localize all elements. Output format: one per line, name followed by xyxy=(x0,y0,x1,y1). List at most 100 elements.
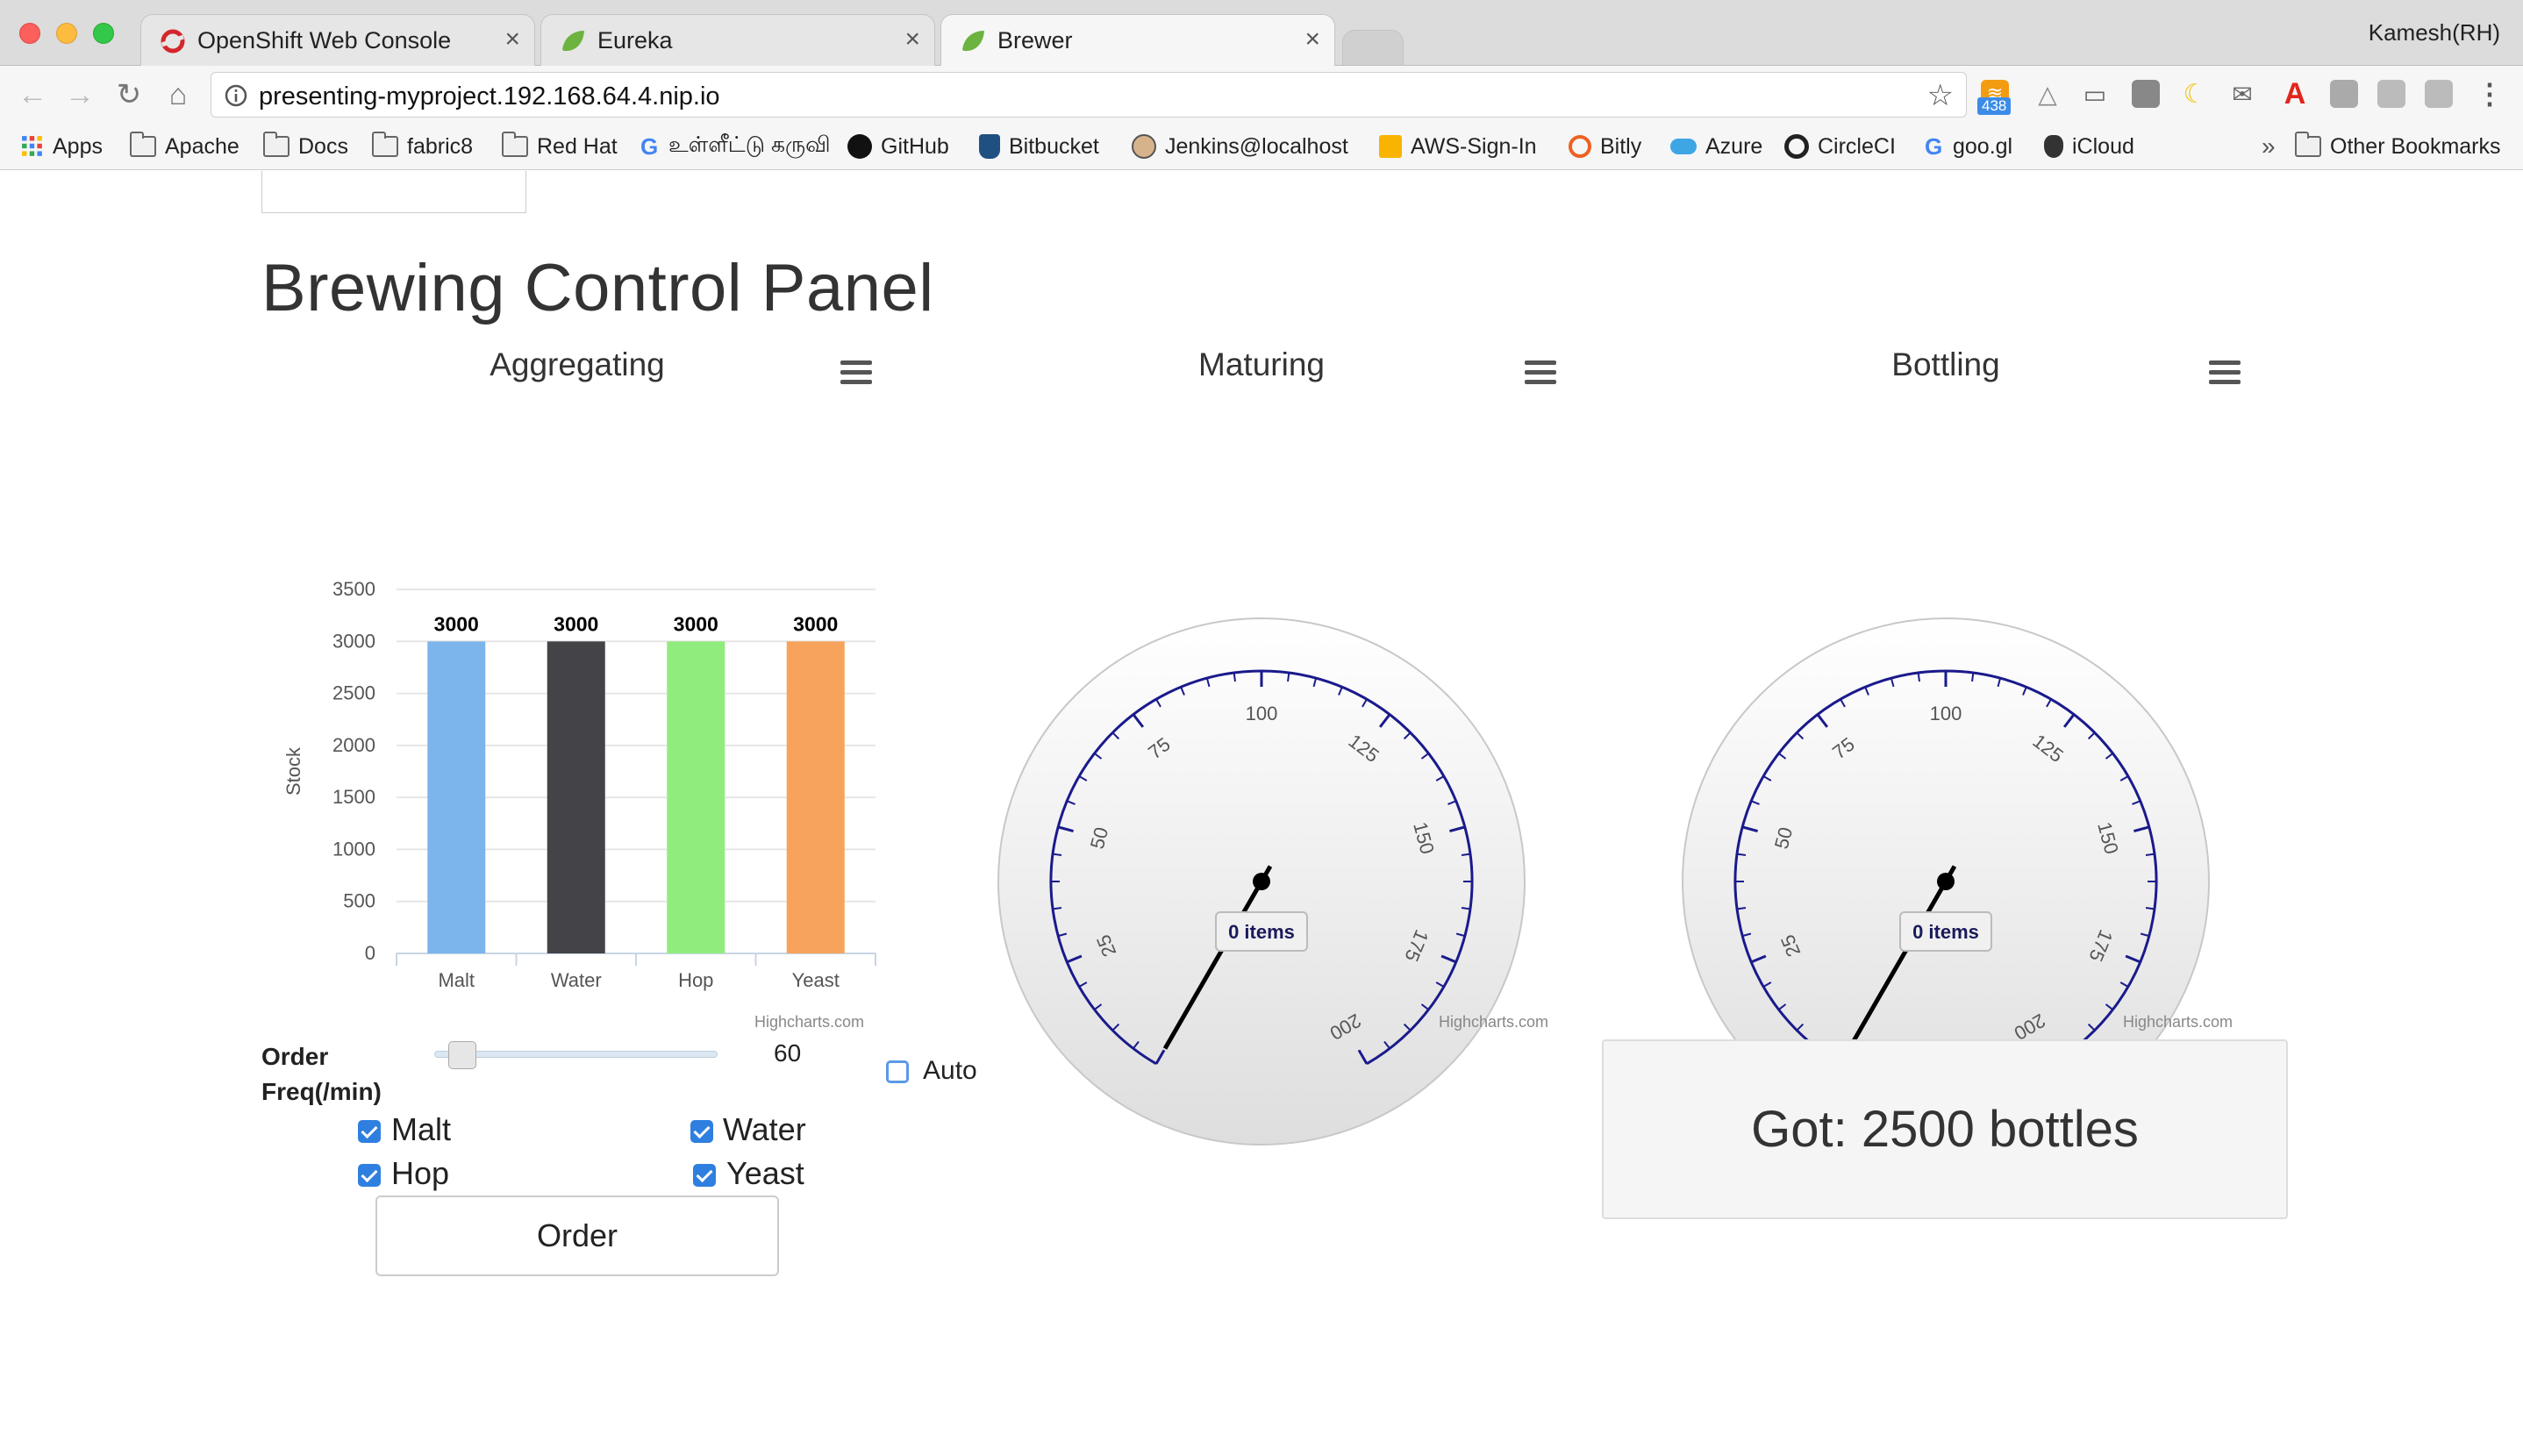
address-bar[interactable]: presenting-myproject.192.168.64.4.nip.io… xyxy=(211,72,1967,118)
rss-badge: 438 xyxy=(1977,97,2012,115)
hop-checkbox[interactable] xyxy=(358,1164,381,1187)
azure-cloud-icon xyxy=(1670,139,1697,154)
x-tick-label: Hop xyxy=(678,969,713,991)
chart-menu-icon[interactable] xyxy=(2209,360,2241,385)
profile-name[interactable]: Kamesh(RH) xyxy=(2369,19,2500,46)
tab-eureka[interactable]: Eureka × xyxy=(540,14,935,66)
minor-tick xyxy=(1461,853,1471,856)
extension-icon[interactable] xyxy=(2132,80,2160,108)
bookmark-label: GitHub xyxy=(881,133,949,159)
top-input-box[interactable] xyxy=(261,171,526,213)
bookmark-input-tools[interactable]: G உள்ளீட்டு கருவி xyxy=(640,132,831,161)
bookmark-star-icon[interactable]: ☆ xyxy=(1927,78,1954,113)
bookmark-bitly[interactable]: Bitly xyxy=(1569,132,1641,161)
minor-tick xyxy=(2145,907,2155,910)
malt-checkbox[interactable] xyxy=(358,1120,381,1143)
bookmark-docs[interactable]: Docs xyxy=(263,132,348,161)
bitly-icon xyxy=(1569,135,1591,158)
mail-extension-icon[interactable]: ✉ xyxy=(2228,80,2256,108)
x-tick-label: Water xyxy=(551,969,602,991)
circleci-icon xyxy=(1784,134,1809,159)
browser-toolbar: ← → ↻ ⌂ presenting-myproject.192.168.64.… xyxy=(0,66,2523,124)
folder-icon xyxy=(263,132,289,157)
bookmark-bitbucket[interactable]: Bitbucket xyxy=(979,132,1099,161)
bookmark-azure[interactable]: Azure xyxy=(1670,132,1762,161)
maximize-window-button[interactable] xyxy=(93,23,114,44)
tab-brewer[interactable]: Brewer × xyxy=(940,14,1335,67)
github-icon xyxy=(847,134,872,159)
highcharts-credit[interactable]: Highcharts.com xyxy=(1439,1013,1548,1031)
bookmark-label: Other Bookmarks xyxy=(2330,133,2501,159)
close-window-button[interactable] xyxy=(19,23,40,44)
frequency-slider-handle[interactable] xyxy=(447,1041,476,1069)
bookmark-other[interactable]: Other Bookmarks xyxy=(2295,132,2501,161)
bookmark-apache[interactable]: Apache xyxy=(130,132,239,161)
highcharts-credit[interactable]: Highcharts.com xyxy=(2123,1013,2233,1031)
bookmark-label: Bitbucket xyxy=(1009,133,1099,159)
bookmark-label: Red Hat xyxy=(537,133,618,159)
jenkins-icon xyxy=(1132,134,1156,159)
data-label: 3000 xyxy=(554,612,598,635)
bookmark-googl[interactable]: Ggoo.gl xyxy=(1925,132,2012,161)
order-button[interactable]: Order xyxy=(375,1195,779,1276)
reload-icon[interactable]: ↻ xyxy=(109,75,149,115)
data-label: 3000 xyxy=(434,612,479,635)
more-menu-icon[interactable]: ⋮ xyxy=(2476,78,2504,110)
close-tab-icon[interactable]: × xyxy=(904,25,920,54)
page-content: Brewing Control Panel Aggregating Maturi… xyxy=(0,171,2523,1456)
cast-icon[interactable]: ▭ xyxy=(2081,80,2109,108)
chart-menu-icon[interactable] xyxy=(1525,360,1556,385)
y-axis-label: Stock xyxy=(282,746,304,796)
box-extension-icon[interactable] xyxy=(2330,80,2358,108)
bookmark-label: AWS-Sign-In xyxy=(1411,133,1537,159)
highcharts-credit[interactable]: Highcharts.com xyxy=(754,1013,864,1031)
acrobat-extension-icon[interactable]: A xyxy=(2281,77,2309,111)
bookmark-label: Apps xyxy=(53,133,103,159)
minimize-window-button[interactable] xyxy=(56,23,77,44)
night-mode-extension-icon[interactable]: ☾ xyxy=(2181,80,2209,109)
auto-checkbox[interactable] xyxy=(886,1060,909,1083)
bookmark-icloud[interactable]: iCloud xyxy=(2044,132,2134,161)
gauge-pivot xyxy=(1253,873,1270,890)
new-tab-button[interactable] xyxy=(1342,30,1404,65)
tab-label: Brewer xyxy=(997,27,1073,54)
tab-openshift[interactable]: OpenShift Web Console × xyxy=(140,14,535,66)
bookmark-label: iCloud xyxy=(2072,133,2134,159)
info-icon[interactable] xyxy=(224,83,248,108)
minor-tick xyxy=(1971,672,1975,682)
data-label: 3000 xyxy=(793,612,838,635)
close-tab-icon[interactable]: × xyxy=(1304,25,1320,54)
home-icon[interactable]: ⌂ xyxy=(158,75,198,115)
maturing-gauge: 2550751001251501752000 items xyxy=(997,617,1526,1146)
bookmarks-overflow-icon[interactable]: » xyxy=(2262,132,2276,161)
water-label: Water xyxy=(723,1111,806,1147)
grid-extension-icon[interactable] xyxy=(2425,80,2453,108)
bookmark-circleci[interactable]: CircleCI xyxy=(1784,132,1896,161)
back-icon[interactable]: ← xyxy=(12,75,53,115)
y-tick-label: 500 xyxy=(343,890,375,912)
bookmark-redhat[interactable]: Red Hat xyxy=(502,132,618,161)
drive-extension-icon[interactable]: △ xyxy=(2033,80,2062,108)
minor-tick xyxy=(1461,907,1471,910)
tab-label: OpenShift Web Console xyxy=(197,27,452,54)
bar-hop xyxy=(667,641,725,953)
frequency-slider-track[interactable] xyxy=(434,1051,718,1058)
yeast-checkbox[interactable] xyxy=(693,1164,716,1187)
bookmark-label: Apache xyxy=(165,133,239,159)
bookmark-apps[interactable]: Apps xyxy=(21,132,103,161)
y-tick-label: 3000 xyxy=(332,630,375,652)
browser-tab-bar: OpenShift Web Console × Eureka × Brewer … xyxy=(0,0,2523,67)
bookmark-fabric8[interactable]: fabric8 xyxy=(372,132,473,161)
close-tab-icon[interactable]: × xyxy=(504,25,520,54)
forward-icon[interactable]: → xyxy=(60,75,100,115)
bar-water xyxy=(547,641,605,953)
openshift-icon xyxy=(161,29,185,54)
reader-extension-icon[interactable] xyxy=(2377,80,2405,108)
bookmark-aws[interactable]: AWS-Sign-In xyxy=(1379,132,1537,161)
gauge-value-label: 0 items xyxy=(1228,921,1295,943)
bookmark-label: உள்ளீட்டு கருவி xyxy=(668,132,831,157)
water-checkbox[interactable] xyxy=(690,1120,713,1143)
bookmark-jenkins[interactable]: Jenkins@localhost xyxy=(1132,132,1348,161)
bookmark-github[interactable]: GitHub xyxy=(847,132,949,161)
order-frequency-label: Order Freq(/min) xyxy=(261,1039,382,1110)
